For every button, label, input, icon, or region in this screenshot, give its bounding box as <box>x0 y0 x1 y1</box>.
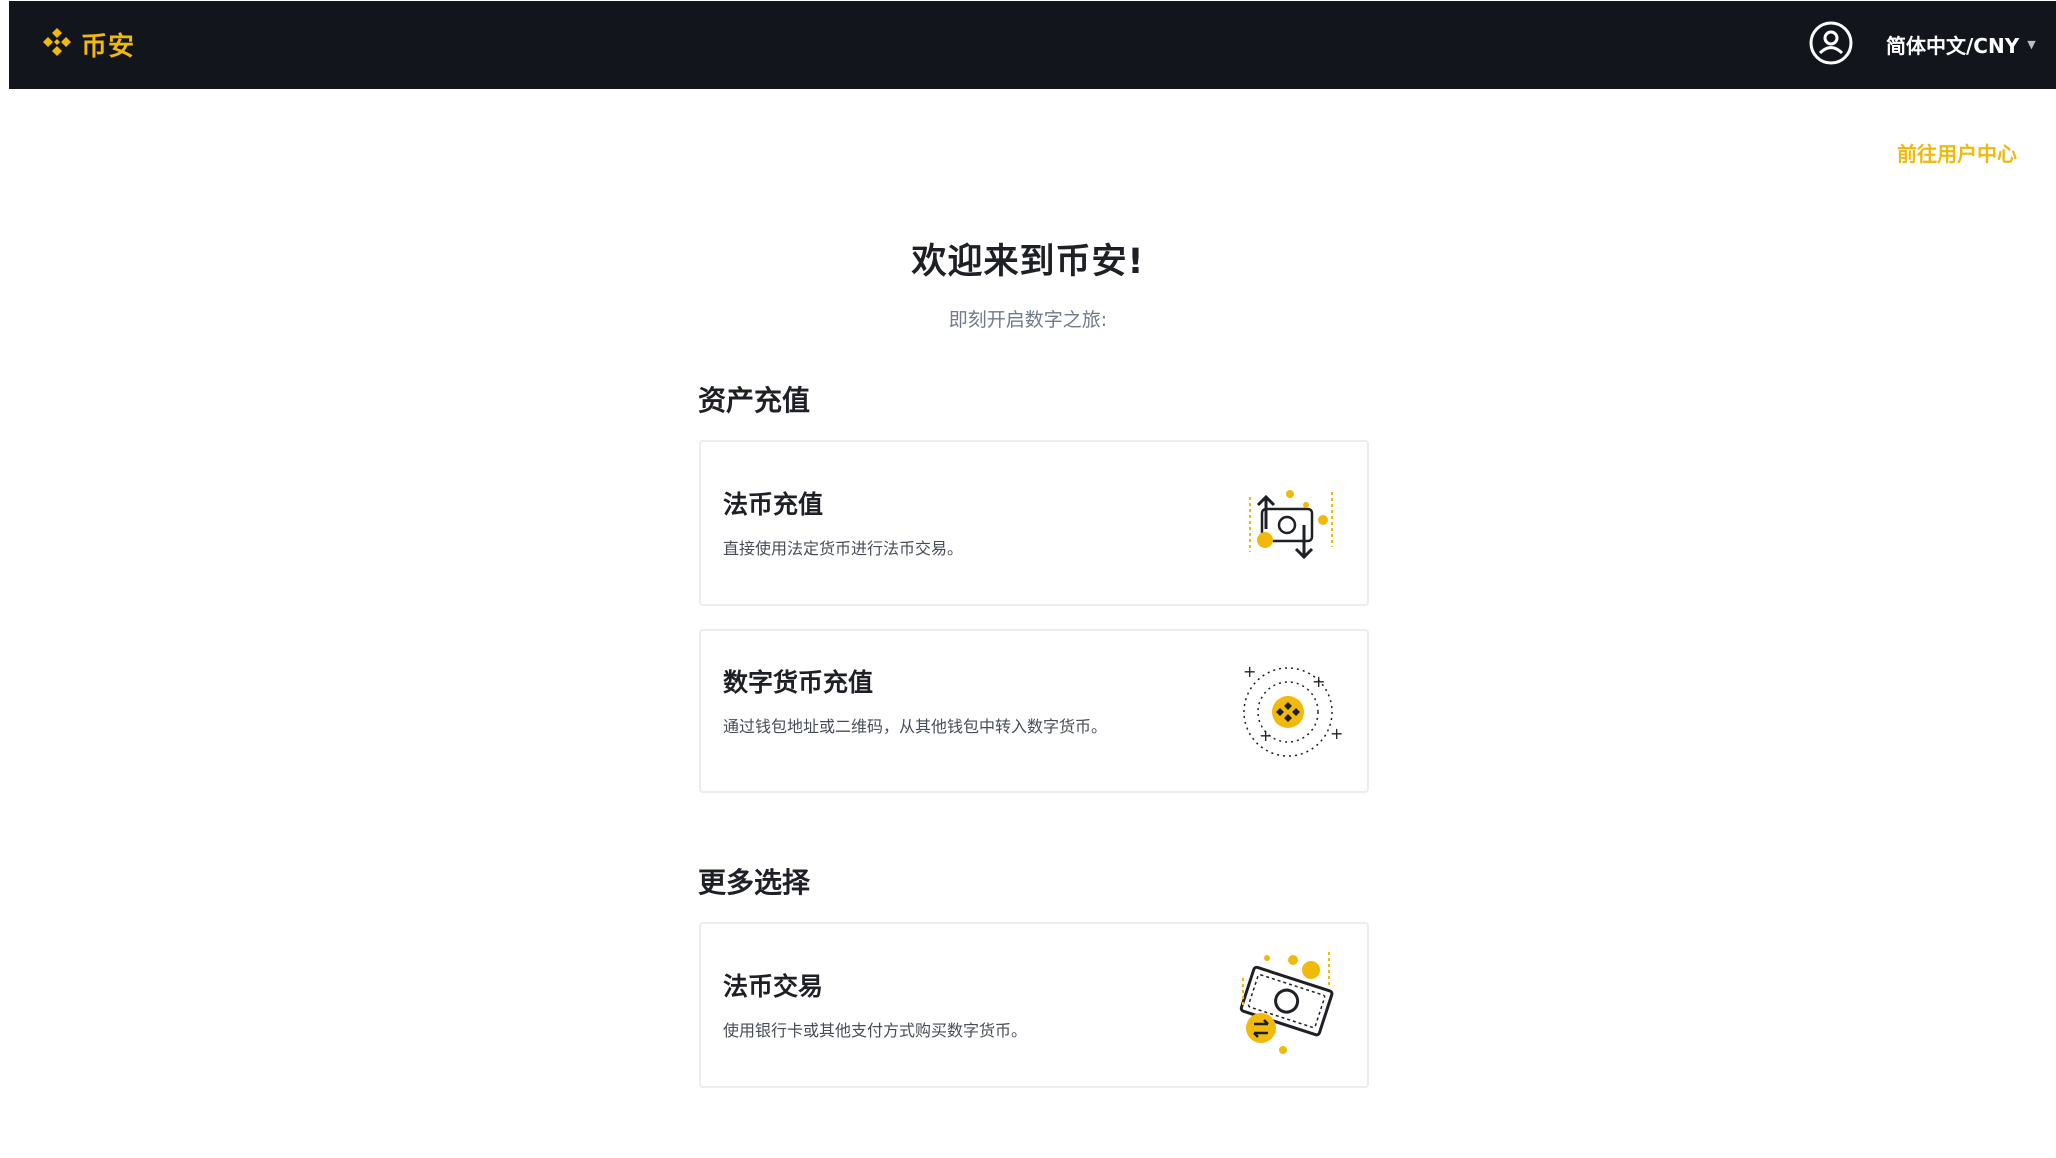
card-description: 使用银行卡或其他支付方式购买数字货币。 <box>723 1021 1028 1040</box>
caret-down-icon: ▼ <box>2027 37 2036 51</box>
svg-text:+: + <box>1259 726 1272 745</box>
card-p2p-trade[interactable]: 法币交易 使用银行卡或其他支付方式购买数字货币。 <box>699 922 1369 1088</box>
card-description: 直接使用法定货币进行法币交易。 <box>723 539 964 558</box>
brand-logo[interactable]: 币安 <box>39 23 135 65</box>
language-currency-selector[interactable]: 简体中文/CNY ▼ <box>1886 29 2036 59</box>
user-circle-icon[interactable] <box>1808 20 1854 66</box>
fiat-deposit-icon <box>1236 467 1346 577</box>
card-crypto-deposit[interactable]: 数字货币充值 通过钱包地址或二维码，从其他钱包中转入数字货币。 + + + + <box>699 629 1369 793</box>
crypto-deposit-icon: + + + + <box>1233 657 1343 767</box>
svg-text:+: + <box>1243 662 1256 681</box>
section-heading-deposit: 资产充值 <box>698 384 811 417</box>
language-label: 简体中文/CNY <box>1886 33 2020 58</box>
top-navbar: 币安 简体中文/CNY ▼ <box>9 1 2056 89</box>
welcome-subtitle: 即刻开启数字之旅: <box>948 309 1108 331</box>
svg-text:+: + <box>1312 672 1325 691</box>
card-title: 法币充值 <box>723 490 824 519</box>
card-title: 法币交易 <box>723 972 824 1001</box>
card-title: 数字货币充值 <box>723 668 874 697</box>
card-fiat-deposit[interactable]: 法币充值 直接使用法定货币进行法币交易。 <box>699 440 1369 606</box>
card-description: 通过钱包地址或二维码，从其他钱包中转入数字货币。 <box>723 717 1108 736</box>
welcome-title: 欢迎来到币安! <box>911 242 1145 282</box>
p2p-trade-icon <box>1231 948 1341 1058</box>
logo-text: 币安 <box>81 31 136 62</box>
svg-text:+: + <box>1330 724 1343 743</box>
section-heading-more-options: 更多选择 <box>698 866 811 899</box>
user-center-link[interactable]: 前往用户中心 <box>1887 138 2017 167</box>
binance-diamond-icon <box>39 24 75 64</box>
